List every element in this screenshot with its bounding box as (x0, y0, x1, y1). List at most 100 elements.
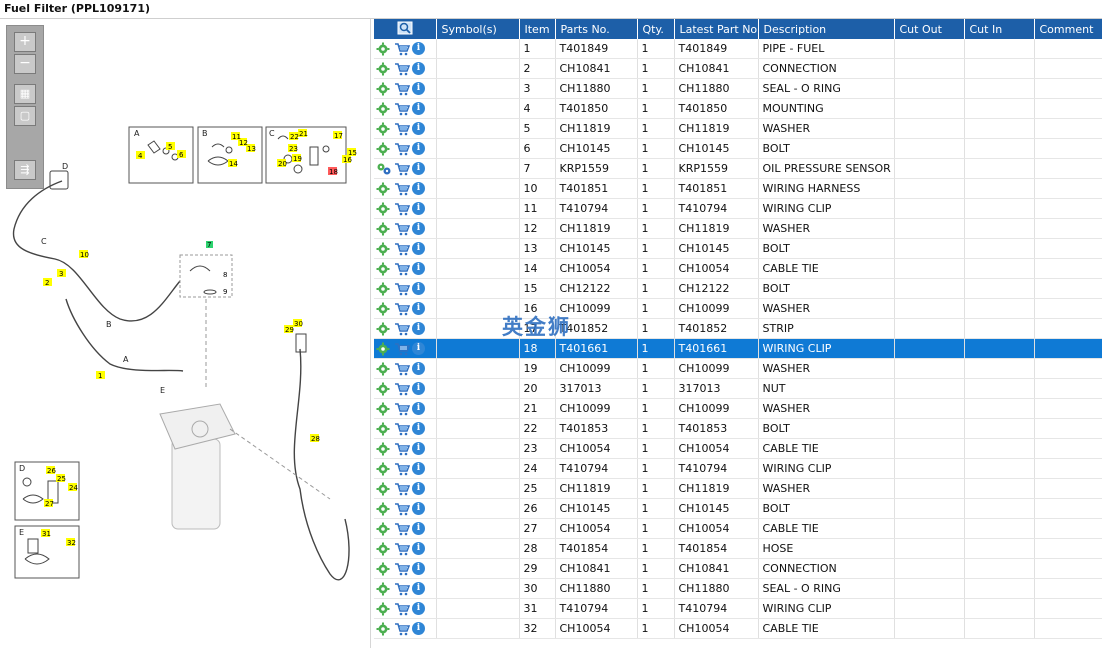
table-row[interactable]: i 12 CH11819 1 CH11819 WASHER (374, 218, 1102, 239)
header-tools[interactable] (374, 19, 437, 39)
header-qty[interactable]: Qty. (637, 19, 675, 39)
cart-icon[interactable] (394, 542, 410, 556)
table-row[interactable]: i 18 T401661 1 T401661 WIRING CLIP (374, 338, 1102, 359)
info-icon[interactable]: i (412, 282, 425, 295)
search-icon[interactable] (397, 21, 413, 35)
info-icon[interactable]: i (412, 362, 425, 375)
gear-icon[interactable] (376, 42, 392, 56)
gear-icon[interactable] (376, 342, 392, 356)
table-row[interactable]: i 11 T410794 1 T410794 WIRING CLIP (374, 198, 1102, 219)
table-row[interactable]: i 27 CH10054 1 CH10054 CABLE TIE (374, 518, 1102, 539)
cart-icon[interactable] (394, 462, 410, 476)
cart-icon[interactable] (394, 122, 410, 136)
info-icon[interactable]: i (412, 42, 425, 55)
table-row[interactable]: i 2 CH10841 1 CH10841 CONNECTION (374, 58, 1102, 79)
info-icon[interactable]: i (412, 82, 425, 95)
table-row[interactable]: i 21 CH10099 1 CH10099 WASHER (374, 398, 1102, 419)
cart-icon[interactable] (394, 262, 410, 276)
info-icon[interactable]: i (412, 62, 425, 75)
gear-icon[interactable] (376, 82, 392, 96)
cart-icon[interactable] (394, 282, 410, 296)
cart-icon[interactable] (394, 402, 410, 416)
info-icon[interactable]: i (412, 542, 425, 555)
cart-icon[interactable] (394, 222, 410, 236)
table-row[interactable]: i 23 CH10054 1 CH10054 CABLE TIE (374, 438, 1102, 459)
table-row[interactable]: i 16 CH10099 1 CH10099 WASHER (374, 298, 1102, 319)
info-icon[interactable]: i (412, 562, 425, 575)
info-icon[interactable]: i (412, 522, 425, 535)
cart-icon[interactable] (394, 442, 410, 456)
table-row[interactable]: i 6 CH10145 1 CH10145 BOLT (374, 138, 1102, 159)
info-icon[interactable]: i (412, 382, 425, 395)
gear-icon[interactable] (376, 62, 392, 76)
cart-icon[interactable] (394, 342, 410, 356)
info-icon[interactable]: i (412, 302, 425, 315)
table-row[interactable]: i 24 T410794 1 T410794 WIRING CLIP (374, 458, 1102, 479)
fit-view-button[interactable]: ▦ (14, 84, 36, 104)
gear-icon[interactable] (376, 222, 392, 236)
gear-icon[interactable] (376, 482, 392, 496)
table-row[interactable]: i 20 317013 1 317013 NUT (374, 378, 1102, 399)
info-icon[interactable]: i (412, 122, 425, 135)
info-icon[interactable]: i (412, 262, 425, 275)
info-icon[interactable]: i (412, 342, 425, 355)
gear-icon[interactable] (376, 322, 392, 336)
gears-icon[interactable] (376, 162, 392, 176)
table-row[interactable]: i 30 CH11880 1 CH11880 SEAL - O RING (374, 578, 1102, 599)
table-row[interactable]: i 29 CH10841 1 CH10841 CONNECTION (374, 558, 1102, 579)
cart-icon[interactable] (394, 502, 410, 516)
info-icon[interactable]: i (412, 142, 425, 155)
table-row[interactable]: i 28 T401854 1 T401854 HOSE (374, 538, 1102, 559)
cart-icon[interactable] (394, 162, 410, 176)
cart-icon[interactable] (394, 582, 410, 596)
gear-icon[interactable] (376, 542, 392, 556)
cart-icon[interactable] (394, 382, 410, 396)
cart-icon[interactable] (394, 622, 410, 636)
header-item[interactable]: Item (519, 19, 556, 39)
cart-icon[interactable] (394, 242, 410, 256)
info-icon[interactable]: i (412, 182, 425, 195)
cart-icon[interactable] (394, 82, 410, 96)
cart-icon[interactable] (394, 362, 410, 376)
info-icon[interactable]: i (412, 442, 425, 455)
gear-icon[interactable] (376, 522, 392, 536)
cart-icon[interactable] (394, 202, 410, 216)
info-icon[interactable]: i (412, 602, 425, 615)
table-row[interactable]: i 1 T401849 1 T401849 PIPE - FUEL (374, 39, 1102, 59)
table-row[interactable]: i 5 CH11819 1 CH11819 WASHER (374, 118, 1102, 139)
header-comment[interactable]: Comment (1034, 19, 1102, 39)
cart-icon[interactable] (394, 102, 410, 116)
header-symbols[interactable]: Symbol(s) (436, 19, 520, 39)
gear-icon[interactable] (376, 622, 392, 636)
header-description[interactable]: Description (758, 19, 895, 39)
info-icon[interactable]: i (412, 242, 425, 255)
info-icon[interactable]: i (412, 202, 425, 215)
table-row[interactable]: i 26 CH10145 1 CH10145 BOLT (374, 498, 1102, 519)
gear-icon[interactable] (376, 102, 392, 116)
gear-icon[interactable] (376, 262, 392, 276)
info-icon[interactable]: i (412, 162, 425, 175)
info-icon[interactable]: i (412, 622, 425, 635)
gear-icon[interactable] (376, 202, 392, 216)
gear-icon[interactable] (376, 562, 392, 576)
cart-icon[interactable] (394, 182, 410, 196)
gear-icon[interactable] (376, 602, 392, 616)
table-row[interactable]: i 17 T401852 1 T401852 STRIP (374, 318, 1102, 339)
table-row[interactable]: i 31 T410794 1 T410794 WIRING CLIP (374, 598, 1102, 619)
cart-icon[interactable] (394, 482, 410, 496)
exploded-diagram[interactable]: DCBAE A B CDE 10321 456 11121314 22 21 17231… (0, 19, 370, 648)
cart-icon[interactable] (394, 602, 410, 616)
table-row[interactable]: i 32 CH10054 1 CH10054 CABLE TIE (374, 618, 1102, 639)
zoom-out-button[interactable]: − (14, 54, 36, 74)
cart-icon[interactable] (394, 422, 410, 436)
table-row[interactable]: i 25 CH11819 1 CH11819 WASHER (374, 478, 1102, 499)
reset-view-button[interactable]: ▢ (14, 106, 36, 126)
info-icon[interactable]: i (412, 322, 425, 335)
table-row[interactable]: i 3 CH11880 1 CH11880 SEAL - O RING (374, 78, 1102, 99)
info-icon[interactable]: i (412, 582, 425, 595)
diagram-pane[interactable]: DCBAE ABCDE 10 3 2 1 456 11 12 13 14 22 21 17 23 1… (0, 19, 371, 648)
gear-icon[interactable] (376, 422, 392, 436)
info-icon[interactable]: i (412, 502, 425, 515)
cart-icon[interactable] (394, 522, 410, 536)
cart-icon[interactable] (394, 562, 410, 576)
